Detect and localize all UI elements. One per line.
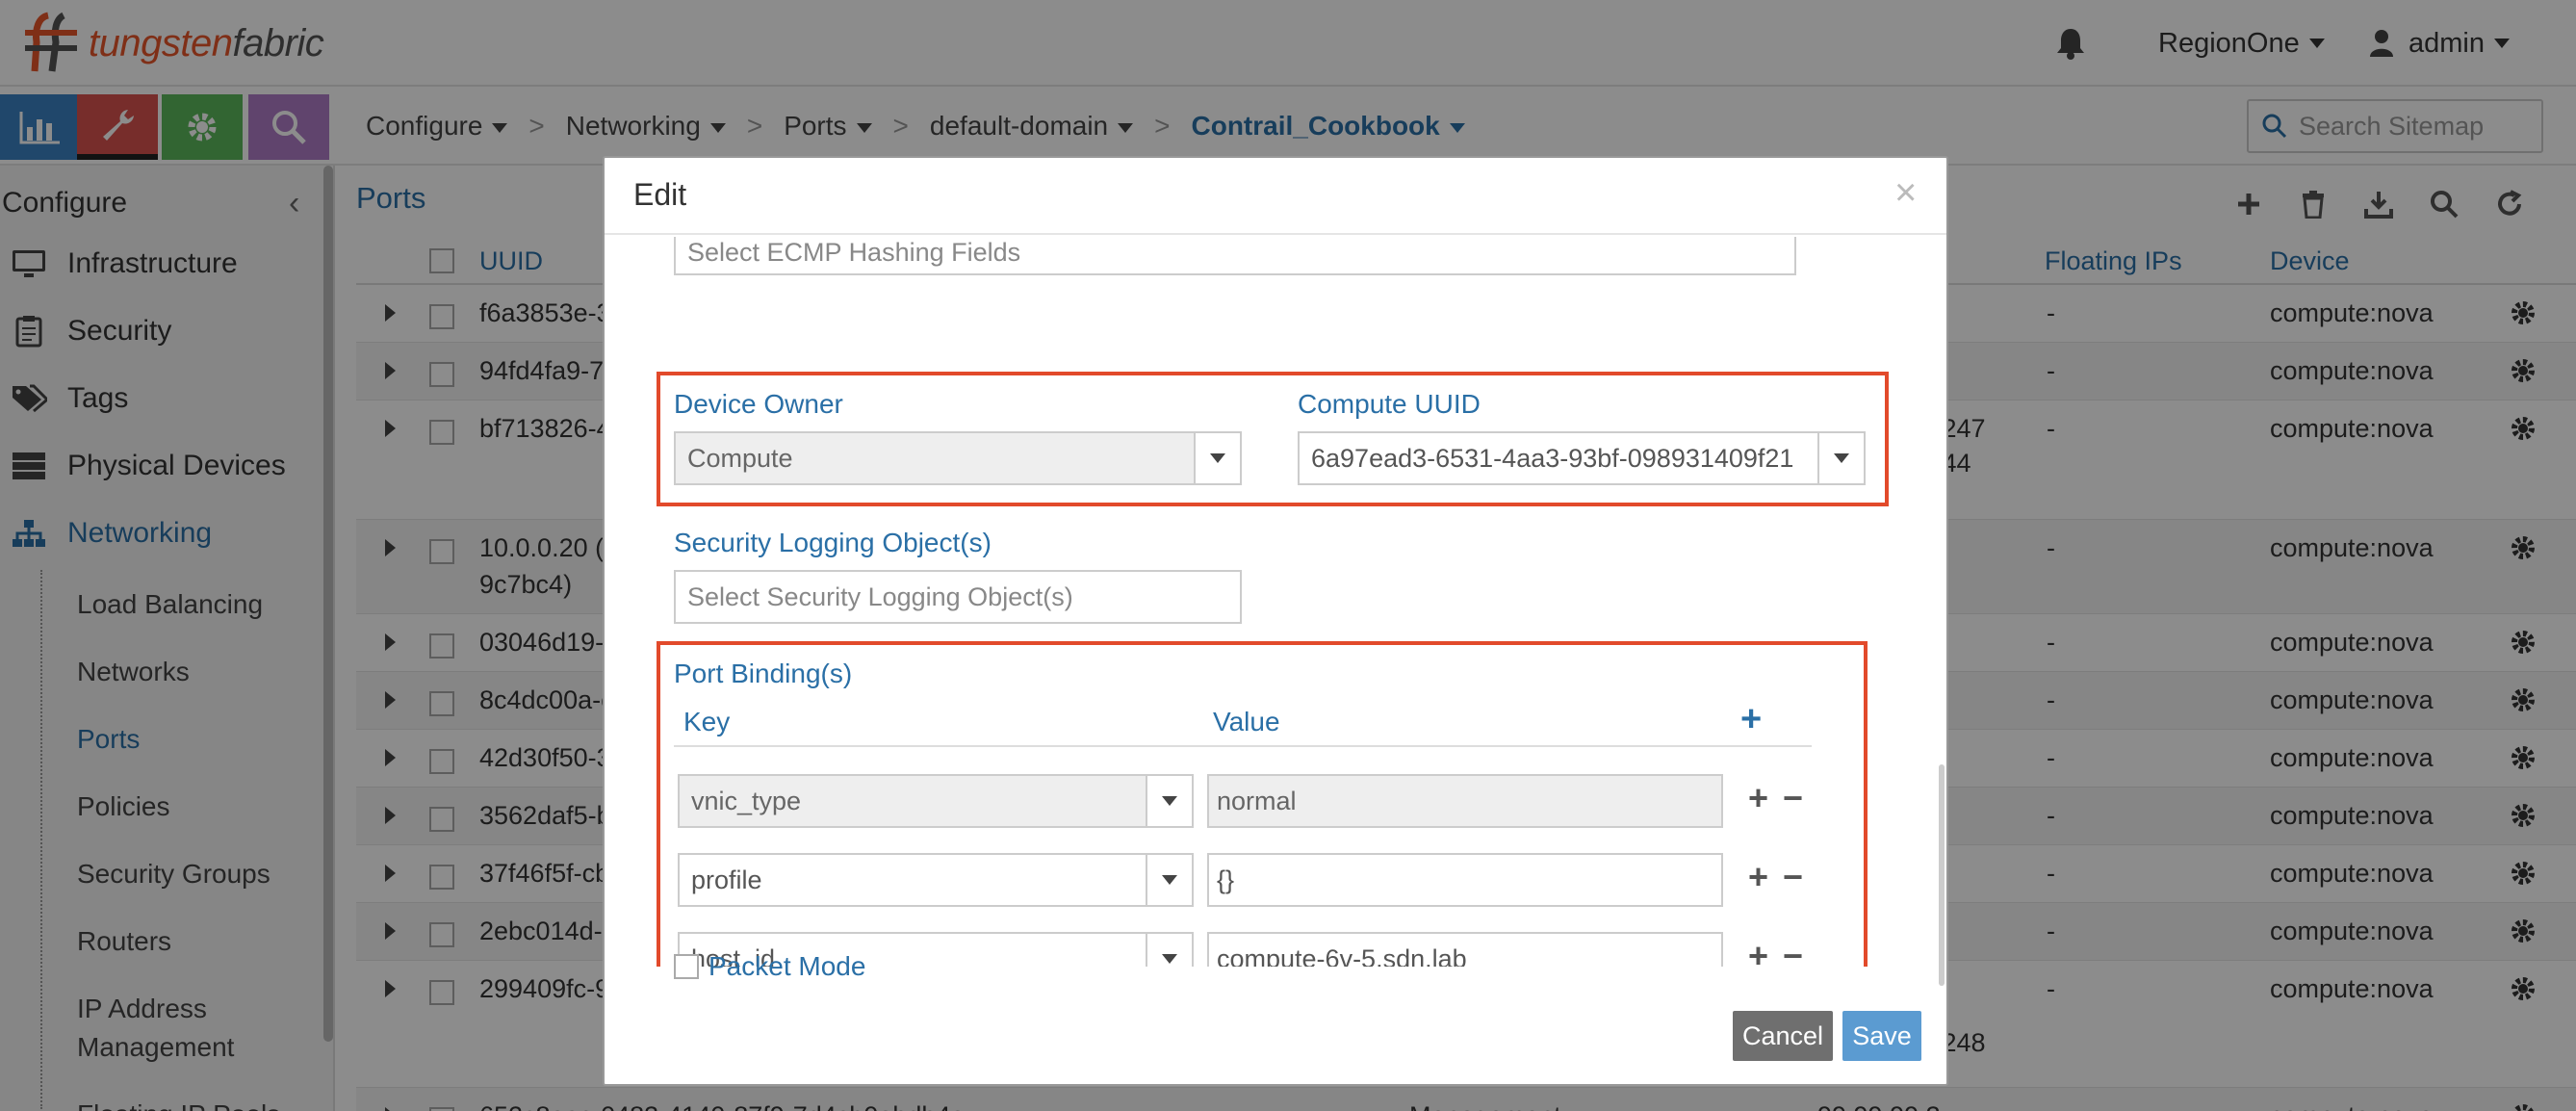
security-logging-object-label: Security Logging Object(s) [674,528,992,557]
remove-row-icon[interactable]: − [1783,778,1803,818]
binding-value-text: compute-6v-5.sdn.lab [1217,943,1467,968]
device-owner-value: Compute [687,443,793,473]
device-owner-label: Device Owner [674,389,843,419]
remove-row-icon[interactable]: − [1783,857,1803,897]
packet-mode-label: Packet Mode [708,951,866,981]
value-column-header: Value [1213,707,1280,736]
cancel-button[interactable]: Cancel [1733,1011,1833,1061]
add-row-icon[interactable]: + [1748,936,1768,967]
add-binding-icon[interactable]: + [1740,699,1762,740]
dialog-scrollbar[interactable] [1939,764,1945,986]
chevron-down-icon[interactable] [1146,934,1192,967]
chevron-down-icon[interactable] [1194,433,1240,483]
key-column-header: Key [683,707,731,736]
port-binding-row: vnic_type normal + − [678,774,1814,828]
port-binding-row: profile {} + − [678,853,1814,907]
chevron-down-icon[interactable] [1817,433,1864,483]
close-icon[interactable]: × [1894,171,1917,215]
security-logging-object-select[interactable]: Select Security Logging Object(s) [674,570,1242,624]
binding-value-input[interactable]: {} [1207,853,1723,907]
port-bindings-label: Port Binding(s) [674,659,853,688]
binding-key-select[interactable]: vnic_type [678,774,1194,828]
slo-placeholder: Select Security Logging Object(s) [687,581,1073,611]
add-row-icon[interactable]: + [1748,778,1768,818]
save-button[interactable]: Save [1842,1011,1921,1061]
dialog-footer: Cancel Save [605,1005,1946,1084]
compute-uuid-select[interactable]: 6a97ead3-6531-4aa3-93bf-098931409f21 [1298,431,1866,485]
binding-key-value: profile [691,865,762,894]
binding-value-input[interactable]: normal [1207,774,1723,828]
binding-value-text: normal [1217,786,1297,815]
compute-uuid-label: Compute UUID [1298,389,1481,419]
binding-key-value: vnic_type [691,786,802,815]
binding-key-select[interactable]: profile [678,853,1194,907]
device-owner-select[interactable]: Compute [674,431,1242,485]
packet-mode-checkbox[interactable] [674,954,699,979]
chevron-down-icon[interactable] [1146,855,1192,905]
bindings-header-row: Key Value + [674,699,1812,747]
compute-uuid-value: 6a97ead3-6531-4aa3-93bf-098931409f21 [1311,443,1794,473]
ecmp-placeholder: Select ECMP Hashing Fields [687,237,1021,267]
add-row-icon[interactable]: + [1748,857,1768,897]
ecmp-hashing-fields-select[interactable]: Select ECMP Hashing Fields [674,237,1796,275]
dialog-body: Select ECMP Hashing Fields Device Owner … [605,237,1946,967]
dialog-title: Edit [633,177,687,212]
binding-value-text: {} [1217,865,1235,894]
edit-port-dialog: Edit × Select ECMP Hashing Fields Device… [603,156,1948,1086]
binding-value-input[interactable]: compute-6v-5.sdn.lab [1207,932,1723,967]
dialog-header: Edit × [605,158,1946,235]
chevron-down-icon[interactable] [1146,776,1192,826]
packet-mode-row: Packet Mode [674,951,865,982]
remove-row-icon[interactable]: − [1783,936,1803,967]
